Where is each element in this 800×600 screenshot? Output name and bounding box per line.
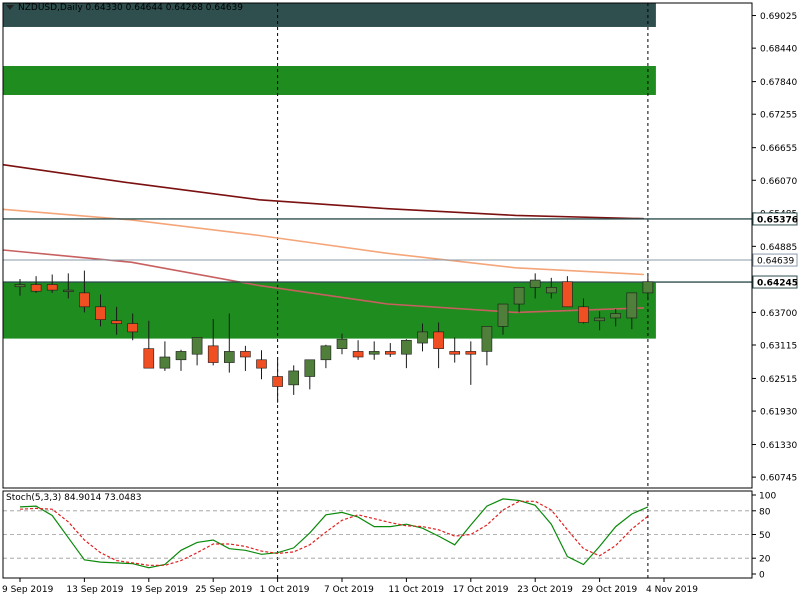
x-tick-label: 25 Sep 2019: [195, 585, 252, 595]
candle-body: [578, 306, 589, 323]
chart-title: NZDUSD,Daily 0.64330 0.64644 0.64268 0.6…: [6, 3, 243, 13]
x-tick-label: 13 Sep 2019: [66, 585, 123, 595]
zone-1: [3, 65, 656, 95]
candle-body: [143, 348, 155, 369]
candle-body: [320, 345, 332, 361]
candle-body: [224, 351, 235, 363]
collapse-triangle-icon[interactable]: [6, 5, 14, 10]
y-tick-label: 0.67255: [760, 111, 797, 121]
y-tick-label: 0.64885: [760, 243, 797, 253]
candle-body: [513, 287, 525, 305]
candle-body: [95, 306, 106, 320]
candle-body: [30, 284, 42, 292]
y-tick-label: 0.61930: [760, 408, 797, 418]
x-tick-label: 17 Oct 2019: [453, 585, 509, 595]
candle-body: [401, 339, 412, 355]
stoch-y-tick-label: 100: [759, 492, 776, 502]
candle-body: [175, 351, 187, 361]
candle-body: [46, 284, 58, 291]
candle-body: [433, 331, 444, 349]
y-tick-label: 0.63700: [760, 309, 797, 319]
candle-body: [626, 292, 638, 319]
candle-body: [207, 345, 219, 363]
candle-body: [191, 337, 203, 355]
candle-body: [240, 351, 251, 358]
stoch-y-tick-label: 20: [759, 555, 771, 565]
stoch-y-tick-label: 80: [759, 507, 771, 517]
y-tick-label: 0.67840: [760, 78, 797, 88]
candle-body: [62, 289, 74, 292]
chart-canvas: 0.69025 0.68440 0.67840 0.67255 0.66655 0.660…: [2, 2, 798, 595]
y-tick-label: 0.68440: [760, 45, 797, 55]
candle-body: [417, 331, 428, 344]
candle-body: [159, 356, 171, 369]
x-tick-label: 9 Sep 2019: [2, 585, 54, 595]
candle-body: [449, 351, 461, 355]
y-tick-label: 0.66655: [760, 144, 797, 154]
x-tick-label: 4 Nov 2019: [646, 585, 698, 595]
candle-body: [272, 376, 283, 387]
x-tick-label: 19 Sep 2019: [131, 585, 188, 595]
x-tick-label: 29 Oct 2019: [582, 585, 638, 595]
candle-body: [368, 351, 380, 355]
candle-body: [111, 320, 122, 324]
candle-body: [384, 351, 396, 355]
candle-body: [465, 351, 477, 355]
level-label: 0.64245: [757, 279, 798, 289]
moving-average-0: [2, 163, 644, 220]
stoch-y-tick-label: 50: [759, 531, 771, 541]
y-tick-label: 0.69025: [760, 12, 797, 22]
y-tick-label: 0.62515: [760, 375, 797, 385]
stoch-y-tick-label: 0: [759, 571, 765, 581]
candle-body: [497, 303, 509, 327]
x-tick-label: 11 Oct 2019: [388, 585, 444, 595]
candle-body: [304, 359, 316, 377]
candle-body: [594, 317, 605, 322]
y-tick-label: 0.66070: [760, 177, 797, 187]
candle-body: [288, 370, 300, 386]
stochastic-panel: [3, 491, 752, 578]
candle-body: [642, 281, 654, 294]
x-tick-label: 1 Oct 2019: [260, 585, 310, 595]
level-label: 0.64639: [757, 257, 794, 267]
candle-body: [79, 292, 90, 308]
x-tick-label: 7 Oct 2019: [324, 585, 374, 595]
y-tick-label: 0.63115: [760, 342, 797, 352]
candle-body: [352, 351, 364, 358]
chart-title-text: NZDUSD,Daily 0.64330 0.64644 0.64268 0.6…: [18, 3, 244, 13]
candle-body: [529, 279, 541, 288]
candle-body: [562, 281, 573, 308]
candle-body: [336, 338, 348, 349]
candle-body: [14, 284, 26, 288]
candle-body: [545, 287, 557, 294]
stoch-series-0: [19, 498, 649, 569]
level-label: 0.65376: [757, 215, 798, 225]
y-tick-label: 0.60745: [760, 474, 797, 484]
y-tick-label: 0.61330: [760, 441, 797, 451]
candle-body: [481, 326, 493, 352]
candle-body: [256, 359, 267, 369]
candle-body: [610, 313, 622, 319]
x-tick-label: 23 Oct 2019: [517, 585, 573, 595]
price-panel: [2, 3, 752, 488]
candle-body: [127, 323, 138, 333]
stochastic-title: Stoch(5,3,3) 84.9014 73.0483: [6, 493, 142, 503]
